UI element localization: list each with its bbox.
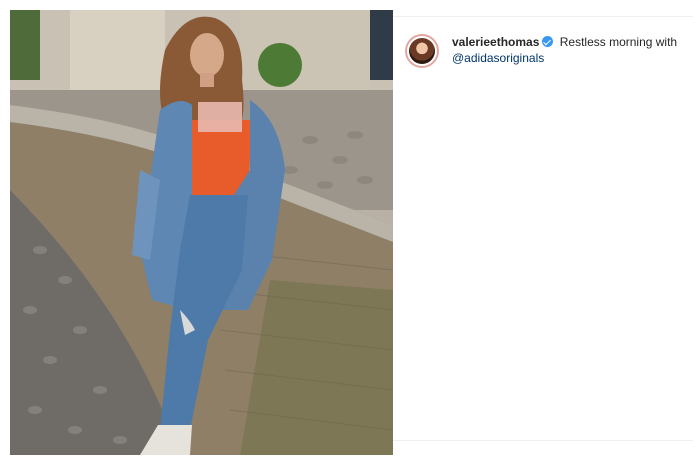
avatar-image <box>409 38 435 64</box>
divider <box>393 16 693 17</box>
post-photo[interactable] <box>10 10 393 455</box>
caption-text: Restless morning with <box>559 35 678 49</box>
post-photo-illustration <box>10 10 393 455</box>
post-sidebar: valerieethomas Restless morning with @ad… <box>393 10 693 455</box>
instagram-post: valerieethomas Restless morning with @ad… <box>0 0 700 465</box>
caption: valerieethomas Restless morning with @ad… <box>452 34 685 66</box>
username-link[interactable]: valerieethomas <box>452 35 539 49</box>
caption-row: valerieethomas Restless morning with @ad… <box>405 34 685 68</box>
mention-link[interactable]: @adidasoriginals <box>452 51 544 65</box>
divider <box>393 440 693 441</box>
verified-badge-icon <box>542 36 554 47</box>
avatar[interactable] <box>405 34 439 68</box>
